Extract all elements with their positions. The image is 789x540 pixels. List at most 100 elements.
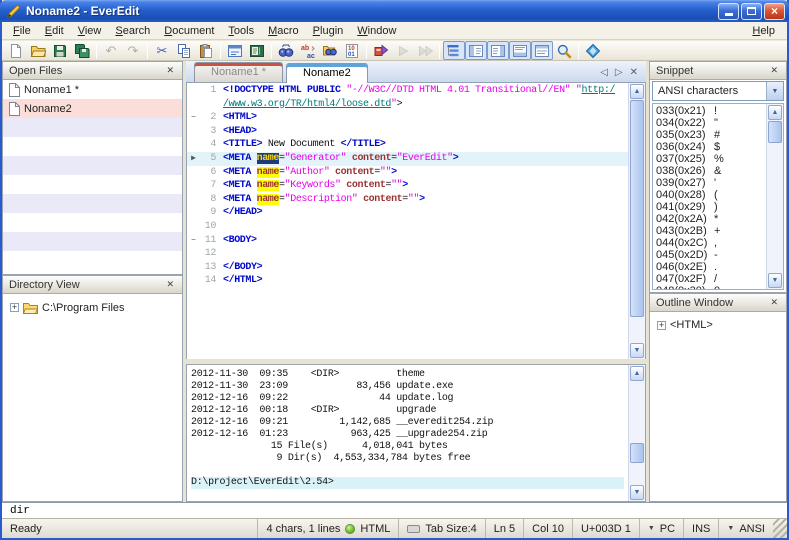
tab-close-icon[interactable]: ✕ — [630, 67, 638, 78]
status-unicode[interactable]: U+003D 1 — [572, 519, 639, 538]
open-files-close-icon[interactable]: ✕ — [164, 65, 176, 76]
scroll-up-icon[interactable]: ▲ — [630, 84, 644, 99]
word-wrap-button[interactable] — [224, 41, 246, 60]
menu-search[interactable]: Search — [108, 23, 157, 39]
snippet-item[interactable]: 038(0x26)& — [656, 165, 766, 177]
editor-line[interactable]: 8<META name="Description" content=""> — [187, 193, 628, 207]
document-map-button[interactable] — [246, 41, 268, 60]
snippet-category-select[interactable]: ANSI characters ▼ — [652, 81, 784, 101]
find-in-files-button[interactable] — [319, 41, 341, 60]
tab-scroll-right-icon[interactable]: ▷ — [615, 67, 623, 78]
undo-button[interactable]: ↶ — [100, 41, 122, 60]
scroll-down-icon[interactable]: ▼ — [630, 343, 644, 358]
status-platform[interactable]: ▼ PC — [639, 519, 683, 538]
redo-button[interactable]: ↷ — [122, 41, 144, 60]
bookmark-arrow-icon[interactable]: ▶ — [187, 152, 200, 166]
copy-button[interactable] — [173, 41, 195, 60]
snippet-close-icon[interactable]: ✕ — [768, 65, 780, 76]
combo-dropdown-icon[interactable]: ▼ — [766, 82, 783, 100]
scroll-down-icon[interactable]: ▼ — [630, 485, 644, 500]
editor-line[interactable]: 10 — [187, 220, 628, 234]
toggle-editor-area-button[interactable] — [531, 41, 553, 60]
snippet-item[interactable]: 041(0x29)) — [656, 201, 766, 213]
fold-marker-icon[interactable]: − — [187, 234, 200, 248]
tab-noname1[interactable]: Noname1 * — [194, 62, 283, 82]
snippet-item[interactable]: 042(0x2A)* — [656, 213, 766, 225]
snippet-item[interactable]: 040(0x28)( — [656, 189, 766, 201]
save-file-button[interactable] — [49, 41, 71, 60]
snippet-scrollbar-thumb[interactable] — [768, 121, 782, 143]
status-encoding[interactable]: ▼ ANSI — [718, 519, 773, 538]
new-file-button[interactable] — [5, 41, 27, 60]
editor-line[interactable]: 1<!DOCTYPE HTML PUBLIC "-//W3C//DTD HTML… — [187, 84, 628, 98]
minimize-button[interactable] — [718, 3, 739, 20]
editor-line[interactable]: 9</HEAD> — [187, 206, 628, 220]
console-scrollbar-thumb[interactable] — [630, 443, 644, 463]
editor-line[interactable]: 13</BODY> — [187, 261, 628, 275]
snippet-item[interactable]: 034(0x22)" — [656, 117, 766, 129]
editor-line[interactable]: 4<TITLE> New Document </TITLE> — [187, 138, 628, 152]
editor-scrollbar-thumb[interactable] — [630, 100, 644, 317]
tab-noname2[interactable]: Noname2 — [286, 63, 368, 83]
snippet-item[interactable]: 043(0x2B)+ — [656, 225, 766, 237]
editor-line[interactable]: 12 — [187, 247, 628, 261]
editor-line[interactable]: 6<META name="Author" content=""> — [187, 166, 628, 180]
maximize-button[interactable] — [741, 3, 762, 20]
menu-tools[interactable]: Tools — [221, 23, 261, 39]
save-all-button[interactable] — [71, 41, 93, 60]
editor-line[interactable]: 3<HEAD> — [187, 125, 628, 139]
snippet-item[interactable]: 044(0x2C), — [656, 237, 766, 249]
expander-plus-icon[interactable]: + — [10, 303, 19, 312]
status-line[interactable]: Ln 5 — [485, 519, 523, 538]
open-file-item[interactable]: Noname2 — [3, 99, 182, 118]
toggle-bottom-panel-button[interactable] — [509, 41, 531, 60]
status-column[interactable]: Col 10 — [523, 519, 572, 538]
outline-close-icon[interactable]: ✕ — [768, 297, 780, 308]
status-document-info[interactable]: 4 chars, 1 lines HTML — [257, 519, 398, 538]
open-file-item[interactable]: Noname1 * — [3, 80, 182, 99]
play-macro-to-end-button[interactable] — [414, 41, 436, 60]
resize-grip[interactable] — [773, 519, 787, 538]
menu-window[interactable]: Window — [350, 23, 403, 39]
editor-line[interactable]: 14</HTML> — [187, 274, 628, 288]
expander-plus-icon[interactable]: + — [657, 321, 666, 330]
replace-button[interactable]: abac — [297, 41, 319, 60]
find-button[interactable] — [275, 41, 297, 60]
snippet-item[interactable]: 035(0x23)# — [656, 129, 766, 141]
tab-scroll-left-icon[interactable]: ◁ — [600, 67, 608, 78]
status-tab-size[interactable]: Tab Size:4 — [398, 519, 484, 538]
snippet-item[interactable]: 036(0x24)$ — [656, 141, 766, 153]
editor-line[interactable]: ▶5<META name="Generator" content="EverEd… — [187, 152, 628, 166]
run-script-button[interactable] — [370, 41, 392, 60]
fold-marker-icon[interactable]: − — [187, 111, 200, 125]
outline-root-item[interactable]: + <HTML> — [650, 312, 786, 331]
status-insert-mode[interactable]: INS — [683, 519, 718, 538]
editor[interactable]: 1<!DOCTYPE HTML PUBLIC "-//W3C//DTD HTML… — [186, 83, 646, 359]
directory-root-item[interactable]: + C:\Program Files — [3, 294, 182, 314]
menu-view[interactable]: View — [71, 23, 109, 39]
scroll-up-icon[interactable]: ▲ — [630, 366, 644, 381]
snippet-diamond-button[interactable] — [582, 41, 604, 60]
editor-line[interactable]: −2<HTML> — [187, 111, 628, 125]
cut-button[interactable]: ✂ — [151, 41, 173, 60]
directory-view-close-icon[interactable]: ✕ — [164, 279, 176, 290]
menu-plugin[interactable]: Plugin — [306, 23, 351, 39]
snippet-item[interactable]: 033(0x21)! — [656, 105, 766, 117]
scroll-up-icon[interactable]: ▲ — [768, 105, 782, 120]
menu-help[interactable]: Help — [744, 23, 783, 39]
editor-line[interactable]: 7<META name="Keywords" content=""> — [187, 179, 628, 193]
paste-button[interactable] — [195, 41, 217, 60]
magnifier-button[interactable] — [553, 41, 575, 60]
editor-line[interactable]: −11<BODY> — [187, 234, 628, 248]
snippet-item[interactable]: 039(0x27)' — [656, 177, 766, 189]
menu-file[interactable]: File — [6, 23, 38, 39]
snippet-item[interactable]: 037(0x25)% — [656, 153, 766, 165]
command-input[interactable] — [2, 503, 787, 518]
console-vertical-scrollbar[interactable]: ▲ ▼ — [628, 365, 645, 501]
goto-line-button[interactable]: 1001 — [341, 41, 363, 60]
play-macro-button[interactable] — [392, 41, 414, 60]
close-button[interactable]: × — [764, 3, 785, 20]
toggle-outline-button[interactable] — [443, 41, 465, 60]
snippet-item[interactable]: 046(0x2E). — [656, 261, 766, 273]
snippet-item[interactable]: 048(0x30)0 — [656, 285, 766, 289]
